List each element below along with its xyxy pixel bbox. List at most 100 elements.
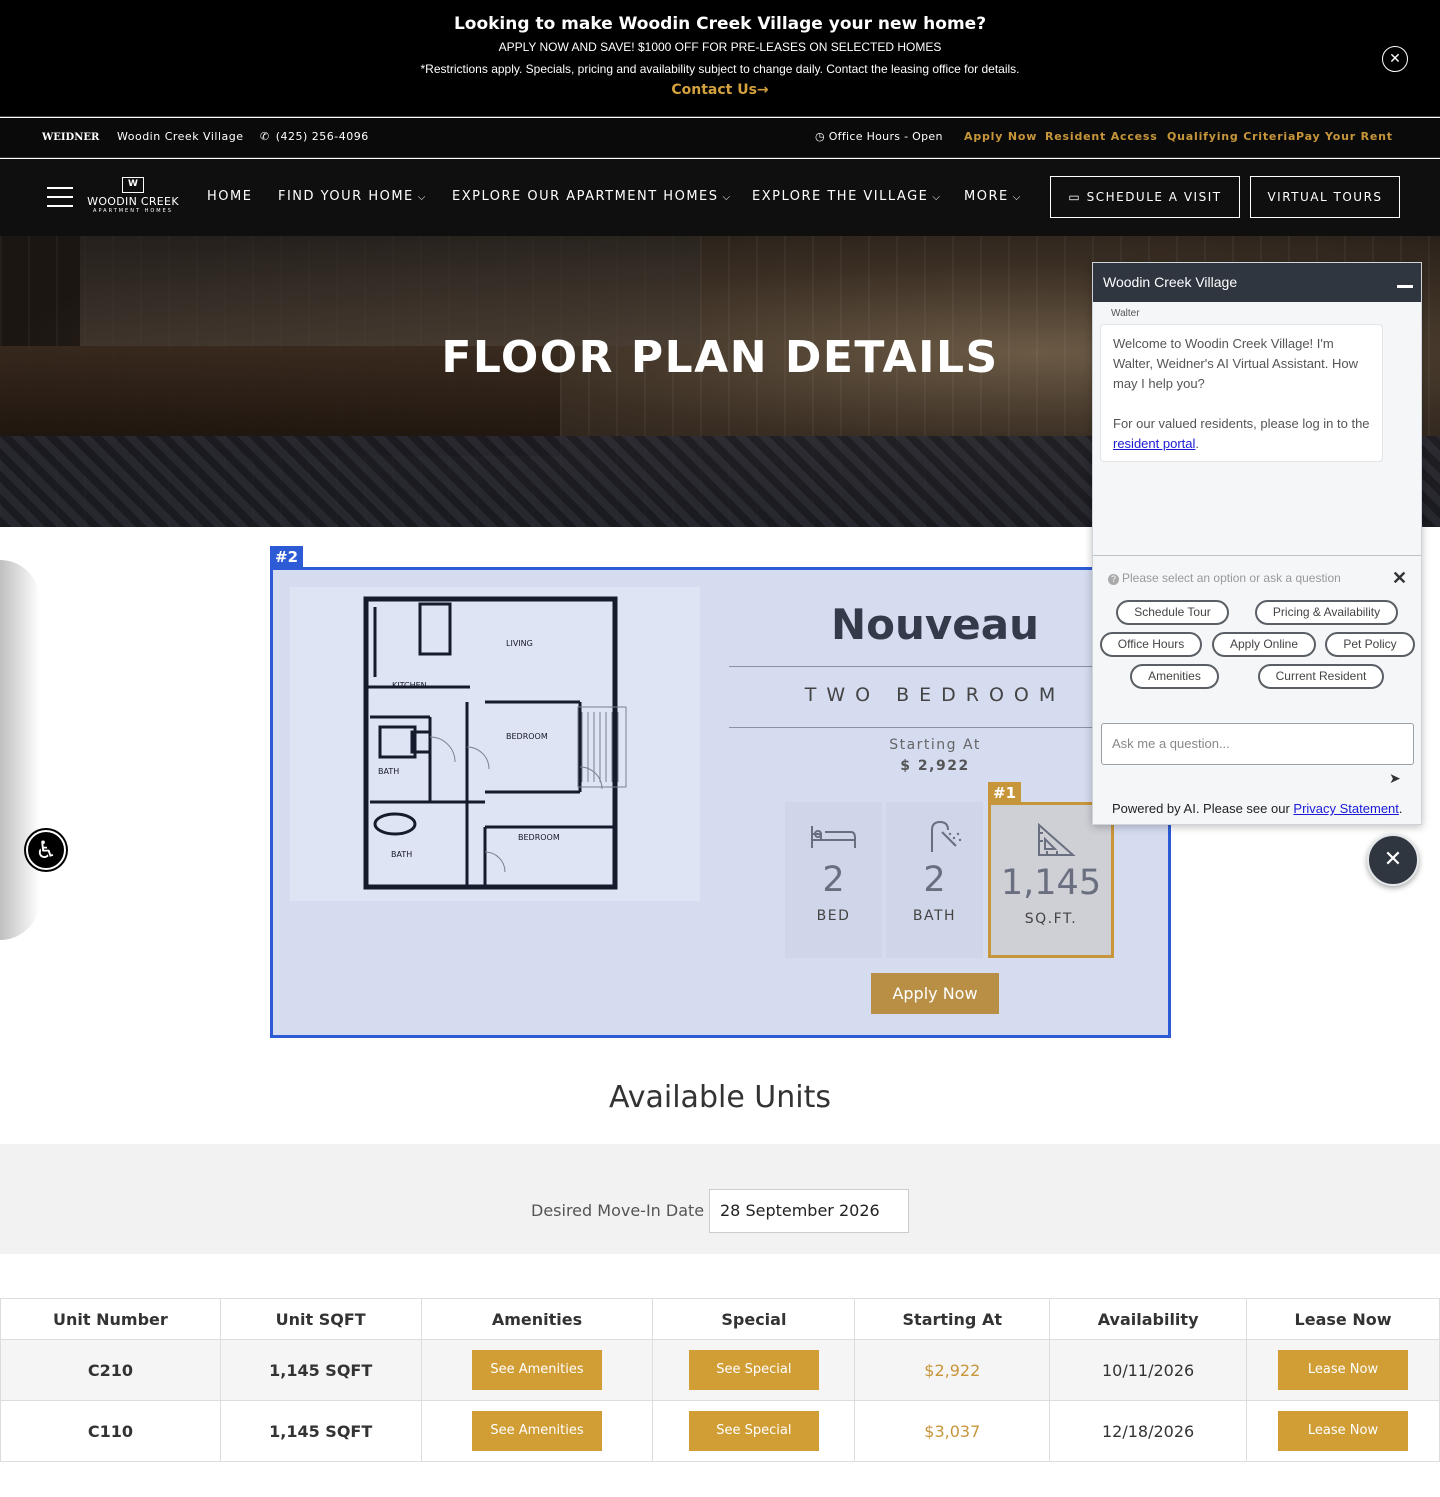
main-nav: W WOODIN CREEK APARTMENT HOMES HOME FIND… [0, 159, 1440, 236]
minimize-icon[interactable] [1397, 285, 1413, 288]
unit-availability: 10/11/2026 [1049, 1339, 1248, 1401]
chat-widget: Woodin Creek Village Walter Welcome to W… [1092, 262, 1422, 825]
divider [729, 666, 1141, 667]
annotation-tag-2: #2 [270, 546, 304, 568]
starting-price: $ 2,922 [900, 758, 970, 774]
chevron-down-icon: ⌵ [1012, 192, 1022, 203]
chip-office-hours[interactable]: Office Hours [1100, 632, 1202, 657]
chevron-down-icon: ⌵ [417, 192, 427, 203]
apply-now-button[interactable]: Apply Now [871, 973, 999, 1014]
promo-banner: Looking to make Woodin Creek Village you… [0, 0, 1440, 117]
resident-access-link[interactable]: Resident Access [1045, 130, 1158, 143]
accessibility-icon[interactable]: ♿ [26, 830, 66, 870]
chat-input[interactable]: Ask me a question... [1101, 723, 1414, 765]
chat-welcome-text: Welcome to Woodin Creek Village! I'm Wal… [1113, 336, 1359, 391]
col-unit-sqft: Unit SQFT [219, 1298, 422, 1340]
nav-home[interactable]: HOME [207, 189, 252, 204]
move-in-date-input[interactable]: 28 September 2026 [709, 1189, 909, 1233]
bath-count: 2 [923, 860, 946, 900]
chat-prompt: ? Please select an option or ask a questi… [1108, 571, 1341, 585]
chip-amenities[interactable]: Amenities [1130, 664, 1219, 689]
chip-schedule-tour[interactable]: Schedule Tour [1116, 600, 1229, 625]
col-availability: Availability [1049, 1298, 1248, 1340]
divider [1093, 555, 1421, 556]
table-row: C110 1,145 SQFT See Amenities See Specia… [0, 1400, 1440, 1462]
resident-portal-link[interactable]: resident portal [1113, 436, 1195, 451]
available-units-title: Available Units [608, 1080, 832, 1115]
lease-now-button[interactable]: Lease Now [1278, 1350, 1409, 1390]
move-in-label: Desired Move-In Date [531, 1201, 705, 1220]
see-special-button[interactable]: See Special [688, 1350, 819, 1390]
promo-disclaimer: *Restrictions apply. Specials, pricing a… [420, 62, 1020, 76]
unit-price: $2,922 [854, 1339, 1051, 1401]
table-row: C210 1,145 SQFT See Amenities See Specia… [0, 1339, 1440, 1401]
chat-footer: Powered by AI. Please see our Privacy St… [1112, 801, 1403, 816]
nav-find-your-home[interactable]: FIND YOUR HOME ⌵ [278, 189, 427, 204]
svg-text:BATH: BATH [391, 850, 412, 859]
side-shadow [0, 560, 40, 940]
chip-current-resident[interactable]: Current Resident [1258, 664, 1384, 689]
chat-agent-name: Walter [1111, 308, 1140, 319]
send-icon[interactable]: ➤ [1389, 770, 1401, 787]
chip-apply-online[interactable]: Apply Online [1212, 632, 1316, 657]
schedule-visit-button[interactable]: ▭ SCHEDULE A VISIT [1050, 176, 1240, 218]
clock-icon: ◷ [815, 130, 825, 143]
unit-sqft: 1,145 SQFT [219, 1339, 422, 1401]
chat-title: Woodin Creek Village [1103, 274, 1238, 290]
contact-us-link[interactable]: Contact Us→ [0, 82, 1440, 98]
plan-name: Nouveau [830, 600, 1039, 649]
shower-icon [886, 820, 983, 854]
lease-now-button[interactable]: Lease Now [1278, 1411, 1409, 1451]
annotation-tag-1: #1 [988, 782, 1022, 804]
office-hours-text: Office Hours - Open [828, 130, 943, 143]
nav-more[interactable]: MORE ⌵ [964, 189, 1022, 204]
nav-explore-apartments[interactable]: EXPLORE OUR APARTMENT HOMES ⌵ [452, 189, 732, 204]
floor-plan-image[interactable]: LIVING KITCHEN BEDROOM BATH BEDROOM BATH [290, 587, 700, 901]
apply-now-link[interactable]: Apply Now [964, 130, 1037, 143]
sqft-stat: 1,145 SQ.FT. [988, 802, 1114, 958]
utility-bar: WEIDNER Woodin Creek Village ✆ (425) 256-… [0, 118, 1440, 158]
bed-count: 2 [822, 860, 845, 900]
svg-text:BATH: BATH [378, 767, 399, 776]
promo-title: Looking to make Woodin Creek Village you… [453, 14, 987, 34]
nav-explore-village[interactable]: EXPLORE THE VILLAGE ⌵ [752, 189, 941, 204]
svg-text:KITCHEN: KITCHEN [392, 681, 427, 690]
see-amenities-button[interactable]: See Amenities [472, 1350, 603, 1390]
col-lease-now: Lease Now [1246, 1298, 1440, 1340]
phone-number: (425) 256-4096 [275, 130, 369, 143]
close-icon[interactable]: ✕ [1382, 46, 1408, 72]
brand-sub: APARTMENT HOMES [93, 208, 173, 214]
brand-mark-icon: W [122, 177, 144, 193]
col-amenities: Amenities [420, 1298, 654, 1340]
close-chat-icon[interactable]: ✕ [1367, 834, 1419, 886]
property-name: Woodin Creek Village [117, 130, 244, 143]
qualifying-criteria-link[interactable]: Qualifying Criteria [1167, 130, 1296, 143]
weidner-logo[interactable]: WEIDNER [42, 129, 104, 147]
pay-rent-link[interactable]: Pay Your Rent [1296, 130, 1393, 143]
bath-label: BATH [912, 908, 957, 924]
divider [729, 727, 1141, 728]
unit-price: $3,037 [854, 1400, 1051, 1462]
ruler-triangle-icon [991, 822, 1111, 857]
see-special-button[interactable]: See Special [688, 1411, 819, 1451]
menu-icon[interactable] [47, 187, 73, 207]
privacy-link[interactable]: Privacy Statement [1293, 801, 1399, 816]
chevron-down-icon: ⌵ [932, 192, 942, 203]
phone-link[interactable]: ✆ (425) 256-4096 [260, 130, 369, 143]
help-icon: ? [1108, 574, 1119, 585]
calendar-icon: ▭ [1068, 190, 1082, 204]
chip-pricing[interactable]: Pricing & Availability [1255, 600, 1398, 625]
col-unit-number: Unit Number [0, 1298, 221, 1340]
sqft-label: SQ.FT. [1024, 911, 1078, 927]
svg-text:BEDROOM: BEDROOM [506, 732, 548, 741]
virtual-tours-button[interactable]: VIRTUAL TOURS [1250, 176, 1400, 218]
see-amenities-button[interactable]: See Amenities [472, 1411, 603, 1451]
chip-pet-policy[interactable]: Pet Policy [1325, 632, 1415, 657]
unit-sqft: 1,145 SQFT [219, 1400, 422, 1462]
unit-number: C110 [0, 1400, 221, 1462]
chevron-down-icon: ⌵ [722, 192, 732, 203]
plan-type: TWO BEDROOM [804, 684, 1066, 706]
brand-logo[interactable]: W WOODIN CREEK APARTMENT HOMES [86, 177, 180, 214]
close-options-icon[interactable]: ✕ [1392, 568, 1407, 589]
table-header: Unit Number Unit SQFT Amenities Special … [0, 1298, 1440, 1340]
